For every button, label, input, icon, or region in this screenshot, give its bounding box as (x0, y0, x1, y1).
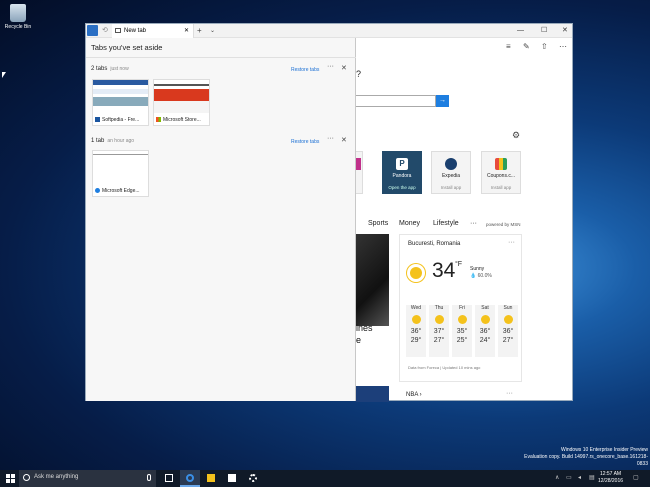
expedia-icon (445, 158, 457, 170)
saved-tab-thumbnail[interactable]: Microsoft Edge... (92, 150, 149, 197)
microsoft-logo-icon (156, 117, 161, 123)
more-icon[interactable]: ··· (327, 135, 334, 142)
mouse-cursor-icon (2, 72, 6, 78)
title-bar: ⟲ New tab ✕ + ⌄ — ☐ ✕ (86, 24, 572, 38)
taskbar: Ask me anything ∧ ▭ ◂ ▤ 12:57 AM 12/28/2… (0, 470, 650, 487)
pandora-icon: P (396, 158, 408, 170)
close-icon[interactable]: ✕ (341, 64, 347, 72)
search-input[interactable] (356, 95, 436, 107)
restore-tabs-link[interactable]: Restore tabs (291, 139, 319, 145)
close-icon[interactable]: ✕ (341, 136, 347, 144)
weather-source: Data from Foreca | Updated 10 mins ago (408, 365, 481, 370)
tab-title: New tab (124, 28, 147, 34)
recycle-bin-label: Recycle Bin (4, 24, 32, 30)
clock[interactable]: 12:57 AM 12/28/2016 (598, 471, 623, 485)
forecast-day: Fri 35° 25° (452, 305, 472, 357)
close-window-button[interactable]: ✕ (562, 24, 568, 38)
more-icon[interactable]: ··· (506, 390, 513, 397)
sun-icon (410, 267, 422, 279)
cortana-icon (23, 474, 30, 481)
panel-title: Tabs you've set aside (91, 43, 163, 52)
tabs-aside-icon[interactable] (87, 25, 98, 36)
coupons-icon (495, 158, 507, 170)
taskbar-edge[interactable] (180, 470, 200, 487)
tile-partial[interactable] (356, 151, 363, 194)
forecast-day: Sun 36° 27° (498, 305, 518, 357)
forecast-day: Sat 36° 24° (475, 305, 495, 357)
tabs-aside-panel: Tabs you've set aside 2 tabs just now Res… (86, 38, 356, 401)
partly-cloudy-icon (411, 315, 421, 324)
weather-precip: 💧 60.0% (470, 273, 492, 279)
softpedia-icon (95, 117, 100, 123)
weather-city: Bucuresti, Romania (408, 241, 461, 247)
nav-money[interactable]: Money (399, 220, 420, 227)
task-view-button[interactable] (159, 470, 179, 487)
web-note-icon[interactable]: ✎ (523, 42, 530, 51)
restore-tabs-link[interactable]: Restore tabs (291, 67, 319, 73)
more-icon[interactable]: ··· (327, 63, 334, 70)
chevron-down-icon[interactable]: ⌄ (210, 24, 215, 38)
more-icon[interactable]: ⋯ (559, 42, 567, 51)
keyboard-icon[interactable]: ▤ (589, 474, 595, 481)
minimize-button[interactable]: — (517, 24, 524, 38)
close-tab-icon[interactable]: ✕ (184, 24, 189, 38)
build-watermark: Windows 10 Enterprise Insider Preview Ev… (524, 447, 648, 467)
sun-icon (457, 315, 467, 324)
nav-more[interactable]: ··· (470, 220, 477, 227)
group-header: 2 tabs just now (91, 66, 129, 72)
weather-unit: °F (455, 261, 463, 268)
powered-by-msn: powered by MSN (486, 222, 521, 227)
taskbar-settings[interactable] (243, 470, 263, 487)
edge-icon (95, 188, 100, 194)
cortana-search-input[interactable]: Ask me anything (19, 470, 156, 487)
group-header: 1 tab an hour ago (91, 138, 135, 144)
recycle-bin-icon (10, 4, 26, 22)
network-icon[interactable]: ▭ (566, 474, 572, 481)
share-icon[interactable]: ⇧ (541, 42, 548, 51)
news-image[interactable] (356, 234, 389, 326)
weather-condition: Sunny (470, 266, 485, 272)
more-icon[interactable]: ··· (508, 239, 515, 246)
news-card[interactable] (356, 386, 389, 402)
sun-icon (480, 315, 490, 324)
nba-link[interactable]: NBA › (406, 392, 422, 398)
forecast-day: Wed 36° 29° (406, 305, 426, 357)
microphone-icon[interactable] (147, 474, 151, 481)
taskbar-file-explorer[interactable] (201, 470, 221, 487)
saved-tab-thumbnail[interactable]: Softpedia - Fre... (92, 79, 149, 126)
tab-new-tab[interactable]: New tab ✕ (112, 24, 194, 38)
nav-lifestyle[interactable]: Lifestyle (433, 220, 459, 227)
maximize-button[interactable]: ☐ (541, 24, 547, 38)
volume-icon[interactable]: ◂ (578, 474, 581, 481)
gear-icon[interactable]: ⚙ (512, 130, 520, 141)
tile-pandora[interactable]: P Pandora Open the app (382, 151, 422, 194)
forecast-day: Thu 37° 27° (429, 305, 449, 357)
start-button[interactable] (6, 474, 15, 483)
new-tab-button[interactable]: + (197, 24, 202, 38)
question-text: ? (356, 69, 362, 79)
edge-window: ⟲ New tab ✕ + ⌄ — ☐ ✕ ≡ ✎ ⇧ ⋯ ? → ⚙ P Pa… (85, 23, 573, 402)
taskbar-store[interactable] (222, 470, 242, 487)
weather-temp: 34 (432, 259, 456, 282)
tile-coupons[interactable]: Coupons.c... Install app (481, 151, 521, 194)
partly-cloudy-icon (434, 315, 444, 324)
nav-sports[interactable]: Sports (368, 220, 388, 227)
news-headline[interactable]: ines e (356, 322, 373, 346)
tab-page-icon (115, 28, 121, 33)
set-tabs-aside-icon[interactable]: ⟲ (102, 26, 108, 34)
tile-expedia[interactable]: Expedia Install app (431, 151, 471, 194)
chevron-up-icon[interactable]: ∧ (555, 474, 559, 481)
recycle-bin[interactable]: Recycle Bin (4, 4, 32, 30)
weather-card[interactable]: Bucuresti, Romania ··· 34 °F Sunny 💧 60.… (399, 234, 522, 382)
saved-tab-thumbnail[interactable]: Microsoft Store... (153, 79, 210, 126)
partly-cloudy-icon (503, 315, 513, 324)
search-button[interactable]: → (436, 95, 449, 107)
action-center-icon[interactable]: ▢ (633, 474, 639, 481)
hub-icon[interactable]: ≡ (506, 42, 511, 51)
